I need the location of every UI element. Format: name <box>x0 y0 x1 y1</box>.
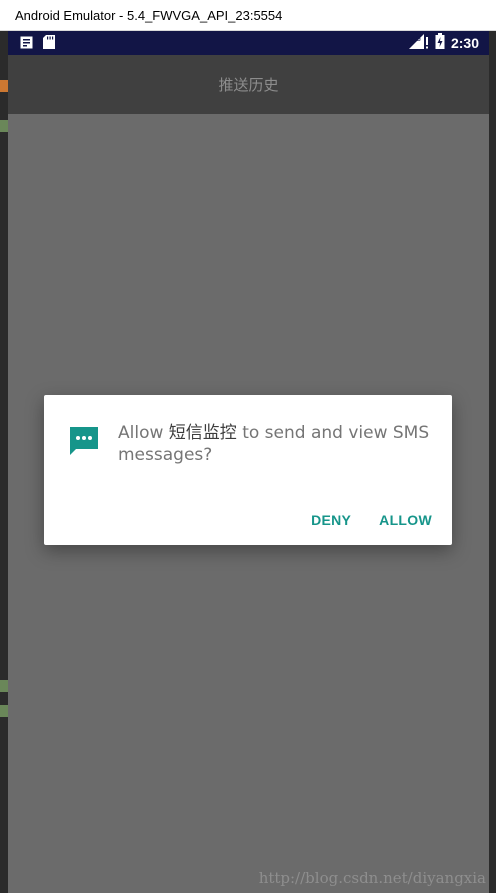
allow-button[interactable]: ALLOW <box>379 512 432 528</box>
ide-code-fragment <box>0 705 8 717</box>
ide-code-fragment <box>0 120 8 132</box>
emulator-screen: 4G 2:30 推送历史 Allow 短信监控 to send and view… <box>8 31 489 893</box>
permission-message: Allow 短信监控 to send and view SMS messages… <box>118 422 438 466</box>
signal-4g-icon: 4G <box>408 33 429 53</box>
ide-code-fragment <box>0 80 8 92</box>
app-title: 推送历史 <box>218 76 279 94</box>
dialog-actions: DENY ALLOW <box>44 495 452 545</box>
window-title: Android Emulator - 5.4_FWVGA_API_23:5554 <box>15 7 283 23</box>
ide-background-right <box>488 30 496 893</box>
message-prefix: Allow <box>118 423 169 443</box>
watermark-url: http://blog.csdn.net/diyangxia <box>258 869 486 887</box>
deny-button[interactable]: DENY <box>311 512 351 528</box>
status-clock: 2:30 <box>450 35 479 51</box>
permission-app-name: 短信监控 <box>168 423 237 443</box>
app-bar: 推送历史 <box>8 55 489 114</box>
ide-code-fragment <box>0 680 8 692</box>
permission-dialog: Allow 短信监控 to send and view SMS messages… <box>44 395 452 545</box>
battery-icon <box>435 33 445 53</box>
sms-message-icon <box>68 425 100 457</box>
ide-background-left <box>0 30 8 893</box>
status-bar: 4G 2:30 <box>8 31 489 55</box>
window-title-bar: Android Emulator - 5.4_FWVGA_API_23:5554 <box>0 0 496 31</box>
sd-card-icon <box>43 34 55 53</box>
network-type-label: 4G <box>411 35 421 43</box>
notification-card-icon <box>20 34 33 53</box>
